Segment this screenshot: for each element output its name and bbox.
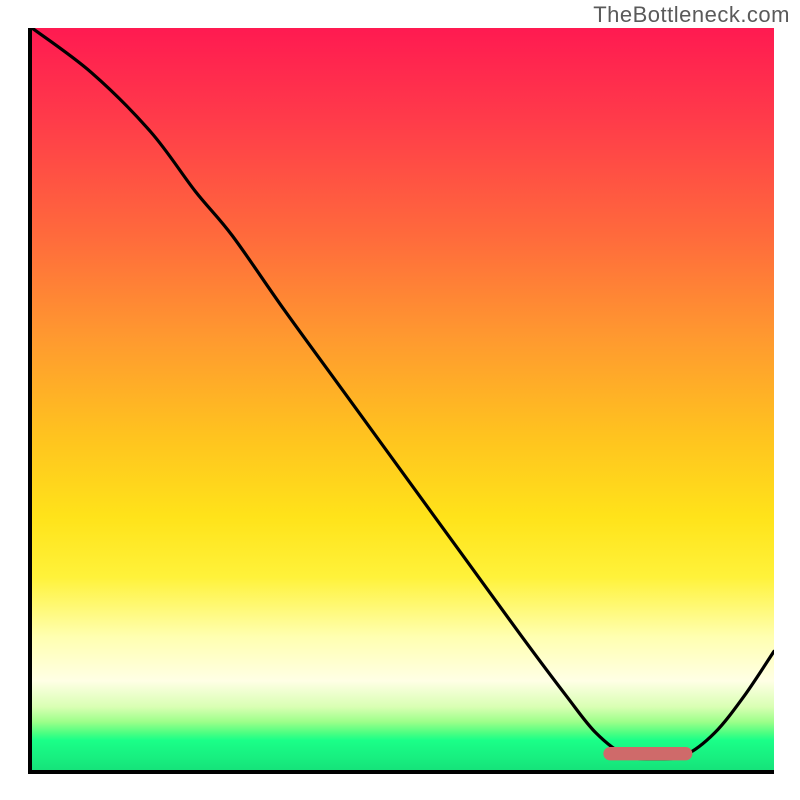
chart-container: TheBottleneck.com (0, 0, 800, 800)
bottleneck-curve (32, 28, 774, 759)
plot-area (28, 28, 774, 774)
chart-svg (32, 28, 774, 770)
optimal-range-marker (603, 747, 692, 760)
watermark-text: TheBottleneck.com (593, 2, 790, 28)
